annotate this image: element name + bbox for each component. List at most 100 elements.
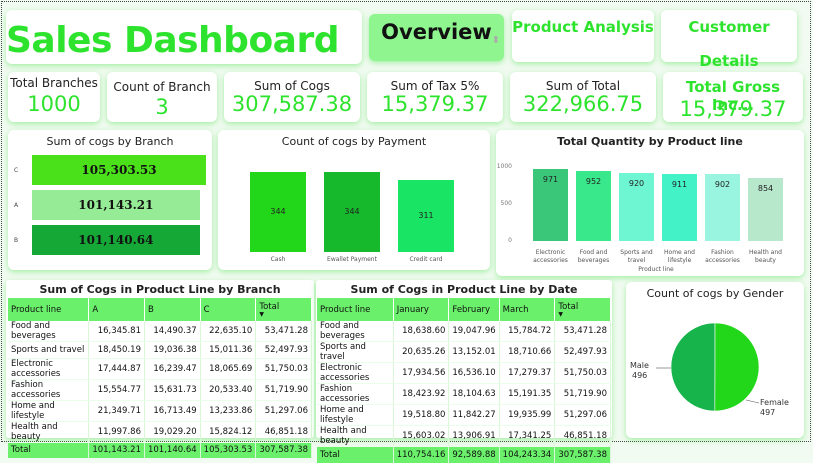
bar-category-label: B	[14, 237, 19, 244]
table-cell: 20,533.40	[200, 379, 257, 401]
kpi-label: Sum of Total	[545, 79, 621, 93]
column-header-label: Product line	[11, 304, 62, 315]
kpi-total-gross-income: Total Gross Inc... 15,379.37	[663, 72, 803, 122]
table-cell: 16,239.47	[144, 358, 201, 380]
table-cell: 19,518.80	[393, 404, 450, 426]
table-cell: 15,603.02	[393, 425, 450, 447]
column-header[interactable]: C	[200, 298, 257, 321]
table-cell: 20,635.26	[393, 341, 450, 363]
table-cell: Sports and travel	[317, 341, 394, 363]
chart-title: Total Quantity by Product line	[557, 135, 743, 148]
chart-cogs-by-gender: Count of cogs by Gender Male 496 Female 497	[626, 282, 804, 438]
table-row: Food and beverages 16,345.81 14,490.37 22,6…	[8, 321, 312, 342]
column-header[interactable]: A	[88, 298, 145, 321]
tab-customer-details[interactable]: Customer Details	[661, 10, 797, 70]
tab-overview-label: Overview	[381, 20, 492, 44]
chart-title: Sum of cogs by Branch	[46, 135, 174, 148]
bar-category-label: Food and beverages	[577, 249, 610, 264]
table-cell: 13,906.91	[448, 425, 500, 447]
tab-overview[interactable]: Overview ⬍	[369, 14, 504, 61]
bar-category-label: Cash	[270, 256, 286, 263]
bar-value-label: 854	[757, 183, 774, 193]
column-header[interactable]: Total ▼	[554, 298, 611, 321]
table-cell: 13,152.01	[448, 341, 500, 363]
kpi-label: Total Branches	[10, 76, 98, 90]
column-header[interactable]: B	[144, 298, 201, 321]
table-row: Electronic accessories 17,444.87 16,239.47…	[8, 358, 312, 380]
kpi-value: 1000	[27, 92, 81, 116]
table-cell: 11,997.86	[88, 421, 145, 443]
y-axis-tick: 1000	[496, 163, 512, 170]
chart-title: Count of cogs by Payment	[281, 135, 427, 148]
column-header-label: C	[203, 304, 210, 315]
pie-slice-value: 497	[760, 408, 775, 417]
table-cell: 53,471.28	[554, 321, 611, 342]
bar: 105,303.53	[32, 155, 206, 185]
chart-cogs-by-payment: Count of cogs by Payment 344 Cash 344 Ewall…	[218, 130, 490, 270]
pie-slice-label: Male	[630, 361, 649, 370]
table-row: Electronic accessories 17,934.56 16,536.10…	[317, 362, 611, 384]
table-cell: 15,784.72	[499, 321, 556, 342]
table-cell: Health and beauty	[8, 421, 90, 443]
column-header[interactable]: Product line	[8, 298, 90, 321]
column-header[interactable]: March	[499, 298, 556, 321]
column-header-label: Total	[259, 301, 280, 312]
pie-slice-label: Female	[760, 398, 789, 407]
column-header-label: February	[452, 304, 491, 315]
table-cell: 51,750.03	[554, 362, 611, 384]
pie-leader-line	[745, 399, 760, 404]
table-cell: 22,635.10	[200, 321, 257, 342]
tab-product-analysis[interactable]: Product Analysis	[512, 10, 654, 62]
table-row: Sports and travel 18,450.19 19,036.38 15,01…	[8, 341, 312, 359]
table-cell: 15,631.73	[144, 379, 201, 401]
table-title: Sum of Cogs in Product Line by Date	[350, 283, 578, 296]
bar-value-label: 911	[671, 179, 688, 189]
table-cell: 307,587.38	[255, 442, 312, 458]
column-header[interactable]: Total ▼	[255, 298, 312, 321]
table-cell: 92,589.88	[448, 446, 500, 463]
table-cell: 18,638.60	[393, 321, 450, 342]
table-cell: 19,935.99	[499, 404, 556, 426]
bar-value-label: 971	[542, 175, 559, 185]
column-header-label: March	[502, 304, 529, 315]
table-row: Food and beverages 18,638.60 19,047.96 15,7…	[317, 321, 611, 342]
branch-table: Product line A B C Total ▼ Food and beverages 1…	[8, 298, 312, 458]
table-cell: Home and lifestyle	[317, 404, 394, 426]
table-cell: 53,471.28	[255, 321, 312, 342]
kpi-total-branches: Total Branches 1000	[8, 72, 100, 122]
table-cell: 51,297.06	[255, 400, 312, 422]
table-cell: 19,036.38	[144, 341, 201, 359]
kpi-sum-of-tax: Sum of Tax 5% 15,379.37	[367, 72, 503, 122]
pie-slice	[670, 322, 716, 412]
kpi-label: Count of Branch	[113, 80, 211, 94]
column-header[interactable]: Product line	[317, 298, 394, 321]
table-cell: 16,345.81	[88, 321, 145, 342]
bar-value-label: 344	[270, 207, 286, 216]
bar-value-label: 902	[714, 180, 731, 190]
kpi-value: 322,966.75	[522, 92, 644, 116]
bar-category-label: Fashion accessories	[705, 249, 740, 264]
table-cell: 52,497.93	[554, 341, 611, 363]
bar-category-label: C	[14, 167, 19, 174]
kpi-label: Sum of Cogs	[254, 79, 330, 93]
table-cell: 52,497.93	[255, 341, 312, 359]
chart-cogs-by-branch: Sum of cogs by Branch C 105,303.53 A 101,14…	[8, 130, 212, 270]
pie-chart: Male496 Female497	[630, 322, 789, 417]
table-cell: 17,279.37	[499, 362, 556, 384]
table-cell: 51,719.90	[554, 383, 611, 405]
table-cell: 16,713.49	[144, 400, 201, 422]
table-cell: 15,011.36	[200, 341, 257, 359]
table-cell: 101,143.21	[88, 442, 145, 458]
kpi-value: 307,587.38	[231, 92, 353, 116]
table-cell: 17,444.87	[88, 358, 145, 380]
table-cell: 104,243.34	[499, 446, 556, 463]
table-cell: Total	[317, 446, 394, 463]
column-header[interactable]: February	[448, 298, 500, 321]
table-cell: 17,341.25	[499, 425, 556, 447]
column-header[interactable]: January	[393, 298, 450, 321]
page-title: Sales Dashboard	[6, 20, 340, 61]
table-cell: 18,450.19	[88, 341, 145, 359]
pie-slice	[714, 322, 760, 412]
table-row: Sports and travel 20,635.26 13,152.01 18,71…	[317, 341, 611, 363]
table-row: Fashion accessories 18,423.92 18,104.63 15,…	[317, 383, 611, 405]
